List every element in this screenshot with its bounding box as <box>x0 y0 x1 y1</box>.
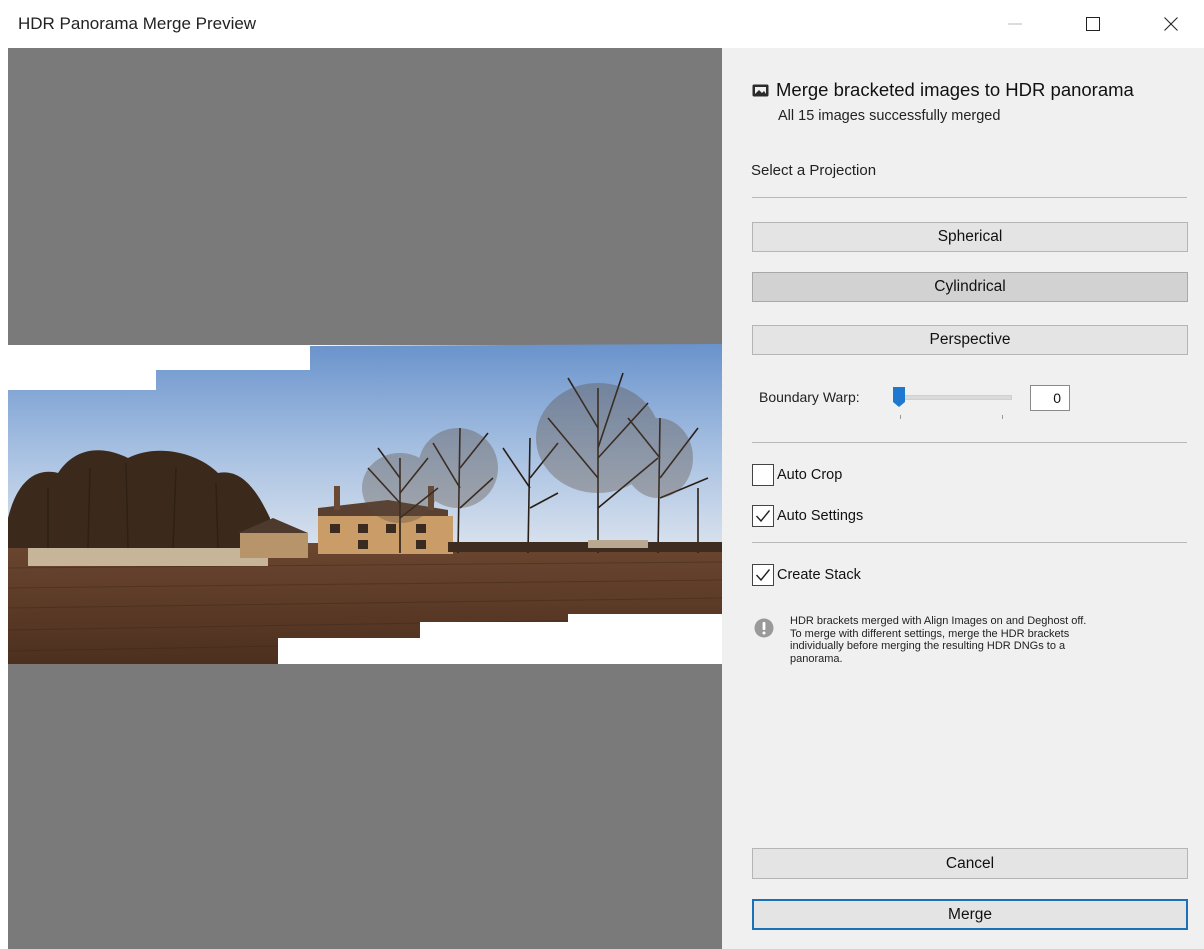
slider-tick <box>1002 415 1003 419</box>
warning-icon <box>754 618 774 638</box>
auto-settings-label: Auto Settings <box>777 508 864 524</box>
boundary-warp-slider-track[interactable] <box>894 395 1012 400</box>
title-bar: HDR Panorama Merge Preview <box>0 0 1204 48</box>
slider-tick <box>900 415 901 419</box>
panel-title: Merge bracketed images to HDR panorama <box>776 79 1134 100</box>
auto-settings-option[interactable]: Auto Settings <box>752 505 863 527</box>
spherical-button[interactable]: Spherical <box>752 222 1188 252</box>
auto-crop-label: Auto Crop <box>777 467 843 483</box>
create-stack-option[interactable]: Create Stack <box>752 564 861 586</box>
panorama-photo-icon <box>752 84 769 97</box>
auto-crop-checkbox[interactable] <box>752 464 774 486</box>
auto-crop-option[interactable]: Auto Crop <box>752 464 842 486</box>
panorama-preview <box>8 48 722 949</box>
divider <box>752 542 1187 543</box>
maximize-button[interactable] <box>1070 0 1116 48</box>
boundary-warp-slider-thumb[interactable] <box>892 386 906 408</box>
divider <box>752 442 1187 443</box>
merge-info-text: HDR brackets merged with Align Images on… <box>790 615 1087 665</box>
close-icon <box>1164 17 1178 31</box>
merge-status: All 15 images successfully merged <box>778 108 1001 124</box>
maximize-icon <box>1086 17 1100 31</box>
perspective-button[interactable]: Perspective <box>752 325 1188 355</box>
create-stack-checkbox[interactable] <box>752 564 774 586</box>
boundary-warp-input[interactable]: 0 <box>1030 385 1070 411</box>
projection-label: Select a Projection <box>751 162 877 179</box>
cancel-button[interactable]: Cancel <box>752 848 1188 879</box>
checkmark-icon <box>755 569 771 582</box>
cylindrical-button[interactable]: Cylindrical <box>752 272 1188 302</box>
close-button[interactable] <box>1148 0 1194 48</box>
minimize-icon <box>1008 23 1022 25</box>
boundary-warp-label: Boundary Warp: <box>759 389 860 405</box>
auto-settings-checkbox[interactable] <box>752 505 774 527</box>
divider <box>752 197 1187 198</box>
window-title: HDR Panorama Merge Preview <box>18 14 257 33</box>
minimize-button[interactable] <box>992 0 1038 48</box>
create-stack-label: Create Stack <box>777 567 861 583</box>
merge-settings-panel: Merge bracketed images to HDR panorama A… <box>722 48 1204 949</box>
panorama-image <box>8 344 722 664</box>
merge-button[interactable]: Merge <box>752 899 1188 930</box>
checkmark-icon <box>755 510 771 523</box>
